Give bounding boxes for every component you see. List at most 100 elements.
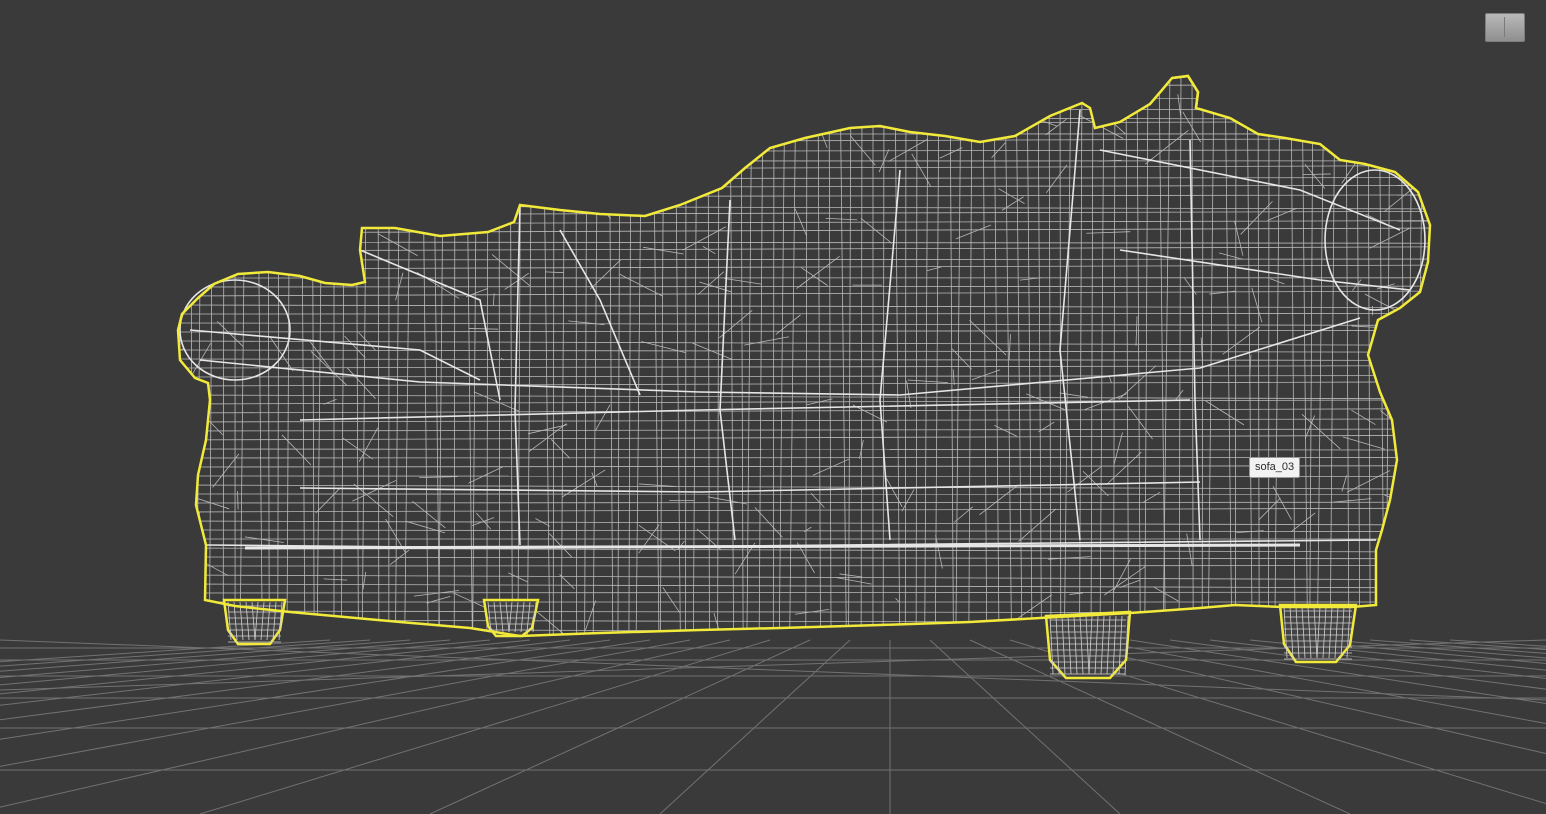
mesh-edge — [315, 487, 341, 514]
mesh-edge — [1416, 76, 1424, 636]
mesh-edge — [817, 76, 821, 636]
mesh-edge — [468, 328, 499, 330]
mesh-edge — [796, 256, 840, 289]
mesh-edge — [812, 77, 824, 100]
mesh-edge — [195, 497, 230, 510]
mesh-edge — [300, 76, 306, 636]
mesh-edge — [1246, 76, 1253, 636]
mesh-edge — [1090, 76, 1094, 636]
mesh-edge — [1191, 76, 1194, 636]
object-name-label: sofa_03 — [1249, 457, 1301, 478]
mesh-edge — [757, 90, 790, 120]
mesh-edge — [595, 404, 611, 431]
mesh-edge — [1417, 431, 1430, 437]
mesh-edge — [1015, 76, 1023, 636]
mesh-edge — [904, 76, 907, 636]
mesh-edge — [486, 76, 489, 636]
3d-viewport[interactable]: sofa_03 — [0, 0, 1546, 814]
mesh-edge — [239, 76, 247, 636]
mesh-edge — [627, 119, 661, 130]
mesh-edge — [178, 106, 1430, 111]
mesh-edge — [178, 619, 1430, 624]
mesh-edge — [659, 76, 665, 636]
mesh-edge — [453, 76, 456, 636]
mesh-edge — [723, 278, 762, 285]
mesh-edge — [395, 76, 401, 636]
mesh-edge — [178, 177, 1430, 180]
viewcube-icon[interactable] — [1485, 13, 1525, 42]
mesh-edge — [178, 290, 1430, 297]
mesh-edge — [404, 76, 412, 636]
mesh-edge — [1378, 76, 1385, 636]
mesh-edge — [355, 76, 359, 636]
mesh-edge — [526, 76, 533, 636]
mesh-edge — [1234, 76, 1237, 636]
mesh-edge — [955, 224, 992, 240]
mesh-edge — [643, 246, 684, 255]
mesh-edge — [178, 556, 1430, 560]
mesh-edge — [1186, 533, 1193, 566]
viewcube-edge — [1504, 17, 1505, 37]
mesh-edge — [772, 76, 775, 636]
mesh-edge — [459, 116, 494, 138]
mesh-edge — [1400, 76, 1407, 636]
mesh-edge — [608, 76, 614, 636]
mesh-edge — [178, 428, 1430, 432]
mesh-edge — [542, 76, 551, 636]
scene-canvas[interactable] — [0, 0, 1546, 814]
mesh-edge — [754, 507, 783, 538]
mesh-edge — [1129, 632, 1165, 636]
mesh-edge — [969, 319, 1007, 356]
mesh-edge — [801, 267, 828, 286]
mesh-edge — [971, 369, 1001, 381]
mesh-edge — [628, 76, 632, 636]
grid-line — [1169, 639, 1546, 690]
mesh-edge — [286, 124, 305, 130]
mesh-edge — [915, 76, 918, 636]
mesh-edge — [635, 76, 643, 636]
mesh-edge — [1135, 316, 1138, 346]
mesh-edge — [256, 76, 263, 636]
mesh-edge — [584, 600, 597, 631]
mesh-edge — [178, 184, 1430, 189]
mesh-edge — [419, 476, 458, 479]
grid-line — [969, 639, 1351, 814]
mesh-edge — [652, 76, 660, 636]
mesh-edge — [1069, 592, 1083, 595]
mesh-edge — [839, 76, 847, 636]
mesh-edge — [839, 573, 863, 578]
mesh-edge — [178, 149, 1430, 153]
mesh-edge — [178, 256, 183, 281]
mesh-edge — [1113, 76, 1116, 636]
mesh-edge — [949, 76, 954, 636]
selection-outline — [176, 74, 1432, 638]
mesh-edge — [473, 391, 519, 412]
mesh-edge — [805, 76, 808, 636]
mesh-edge — [584, 76, 588, 636]
sofa-wireframe-model[interactable] — [161, 59, 1447, 680]
mesh-edge — [178, 285, 1430, 288]
mesh-edge — [1257, 76, 1260, 636]
mesh-edge — [1207, 76, 1215, 636]
mesh-edge — [1144, 129, 1189, 165]
mesh-edge — [276, 182, 318, 210]
mesh-edge — [717, 76, 720, 636]
grid-line — [659, 639, 851, 814]
mesh-edge — [1341, 149, 1365, 184]
mesh-edge — [178, 394, 1430, 400]
mesh-edge — [993, 76, 1000, 636]
mesh-edge — [1136, 76, 1141, 636]
mesh-edge — [178, 194, 1430, 198]
mesh-edge — [352, 480, 397, 502]
mesh-edge — [186, 133, 200, 168]
mesh-edge — [1008, 334, 1011, 360]
mesh-edge — [860, 76, 863, 636]
mesh-edge — [1345, 100, 1360, 131]
mesh-edge — [178, 205, 1430, 210]
mesh-edge — [926, 266, 942, 272]
mesh-edge — [310, 351, 347, 386]
mesh-edge — [178, 434, 1430, 441]
mesh-edge — [1406, 76, 1413, 636]
mesh-edge — [1356, 76, 1361, 636]
mesh-edge — [465, 76, 473, 636]
